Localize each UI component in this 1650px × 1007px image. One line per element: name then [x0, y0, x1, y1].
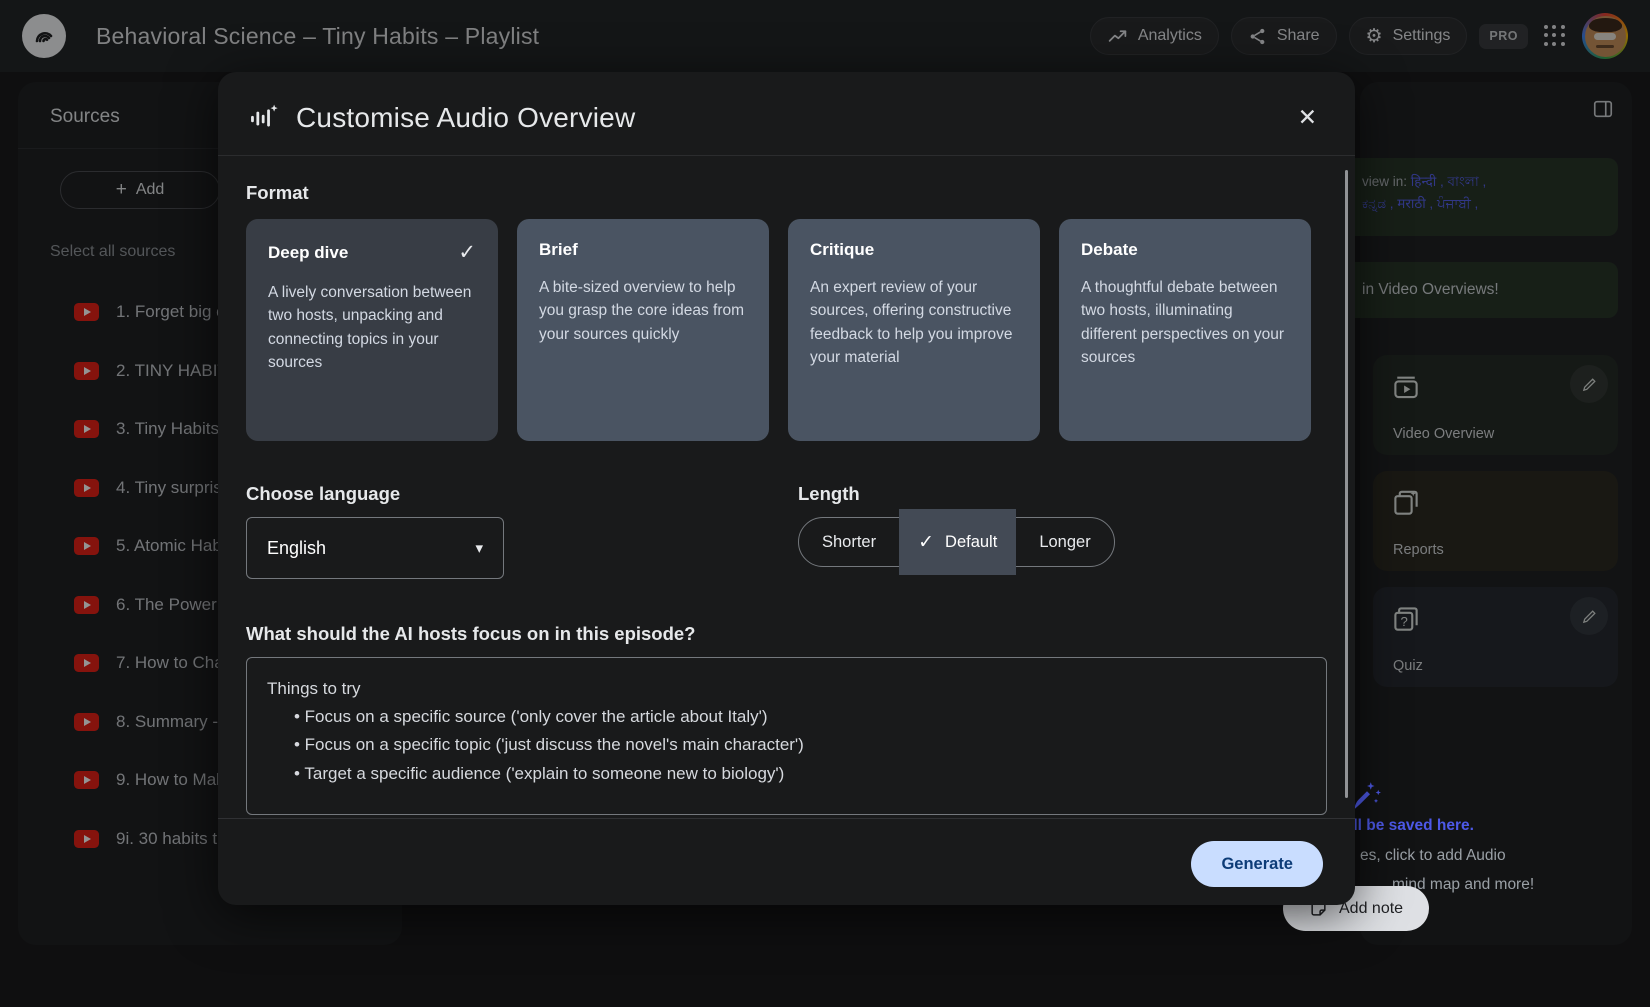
language-section: Choose language English ▾ [246, 483, 798, 579]
language-selected-value: English [267, 538, 326, 559]
format-label: Format [246, 182, 1327, 204]
focus-placeholder-bullet: • Focus on a specific topic ('just discu… [267, 731, 1306, 759]
dialog-footer: Generate [218, 818, 1355, 905]
format-card-title: Deep dive [268, 243, 348, 263]
close-icon[interactable]: ✕ [1292, 100, 1323, 135]
length-option-label: Default [945, 533, 997, 552]
focus-placeholder-bullet: • Focus on a specific source ('only cove… [267, 703, 1306, 731]
length-section: Length Shorter ✓ Default Longer [798, 483, 1115, 579]
format-card-debate[interactable]: Debate A thoughtful debate between two h… [1059, 219, 1311, 441]
length-label: Length [798, 483, 1115, 505]
format-card-title: Debate [1081, 240, 1138, 260]
notebooklm-app: Behavioral Science – Tiny Habits – Playl… [0, 0, 1650, 1007]
chevron-down-icon: ▾ [475, 539, 483, 557]
length-segmented-control: Shorter ✓ Default Longer [798, 517, 1115, 567]
format-card-deep-dive[interactable]: Deep dive ✓ A lively conversation betwee… [246, 219, 498, 441]
audio-waveform-icon [250, 103, 280, 133]
format-card-description: An expert review of your sources, offeri… [810, 276, 1018, 369]
check-icon: ✓ [918, 531, 934, 554]
format-card-critique[interactable]: Critique An expert review of your source… [788, 219, 1040, 441]
length-option-shorter[interactable]: Shorter [799, 518, 899, 566]
focus-placeholder-bullet: • Target a specific audience ('explain t… [267, 760, 1306, 788]
dialog-body: Format Deep dive ✓ A lively conversation… [218, 156, 1355, 815]
length-option-label: Shorter [822, 533, 876, 552]
length-option-default[interactable]: ✓ Default [899, 509, 1016, 575]
dialog-scrollbar[interactable] [1345, 170, 1348, 798]
language-select[interactable]: English ▾ [246, 517, 504, 579]
check-icon: ✓ [458, 240, 476, 265]
format-card-description: A bite-sized overview to help you grasp … [539, 276, 747, 346]
saved-here-hint[interactable]: will be saved here. [1337, 817, 1474, 835]
format-card-description: A thoughtful debate between two hosts, i… [1081, 276, 1289, 369]
customise-audio-overview-dialog: Customise Audio Overview ✕ Format Deep d… [218, 72, 1355, 905]
length-option-longer[interactable]: Longer [1016, 518, 1113, 566]
format-card-title: Critique [810, 240, 874, 260]
format-card-description: A lively conversation between two hosts,… [268, 281, 476, 374]
focus-placeholder-title: Things to try [267, 675, 1306, 703]
generate-button[interactable]: Generate [1191, 841, 1323, 887]
format-card-brief[interactable]: Brief A bite-sized overview to help you … [517, 219, 769, 441]
choose-language-label: Choose language [246, 483, 798, 505]
focus-textarea[interactable]: Things to try • Focus on a specific sour… [246, 657, 1327, 815]
dialog-header: Customise Audio Overview ✕ [218, 72, 1355, 156]
length-option-label: Longer [1039, 533, 1090, 552]
dialog-title: Customise Audio Overview [296, 102, 635, 134]
format-card-title: Brief [539, 240, 578, 260]
language-length-row: Choose language English ▾ Length Shorter… [246, 483, 1327, 579]
format-cards: Deep dive ✓ A lively conversation betwee… [246, 219, 1327, 441]
add-audio-hint: es, click to add Audio [1360, 847, 1506, 865]
focus-question-label: What should the AI hosts focus on in thi… [246, 623, 1327, 645]
